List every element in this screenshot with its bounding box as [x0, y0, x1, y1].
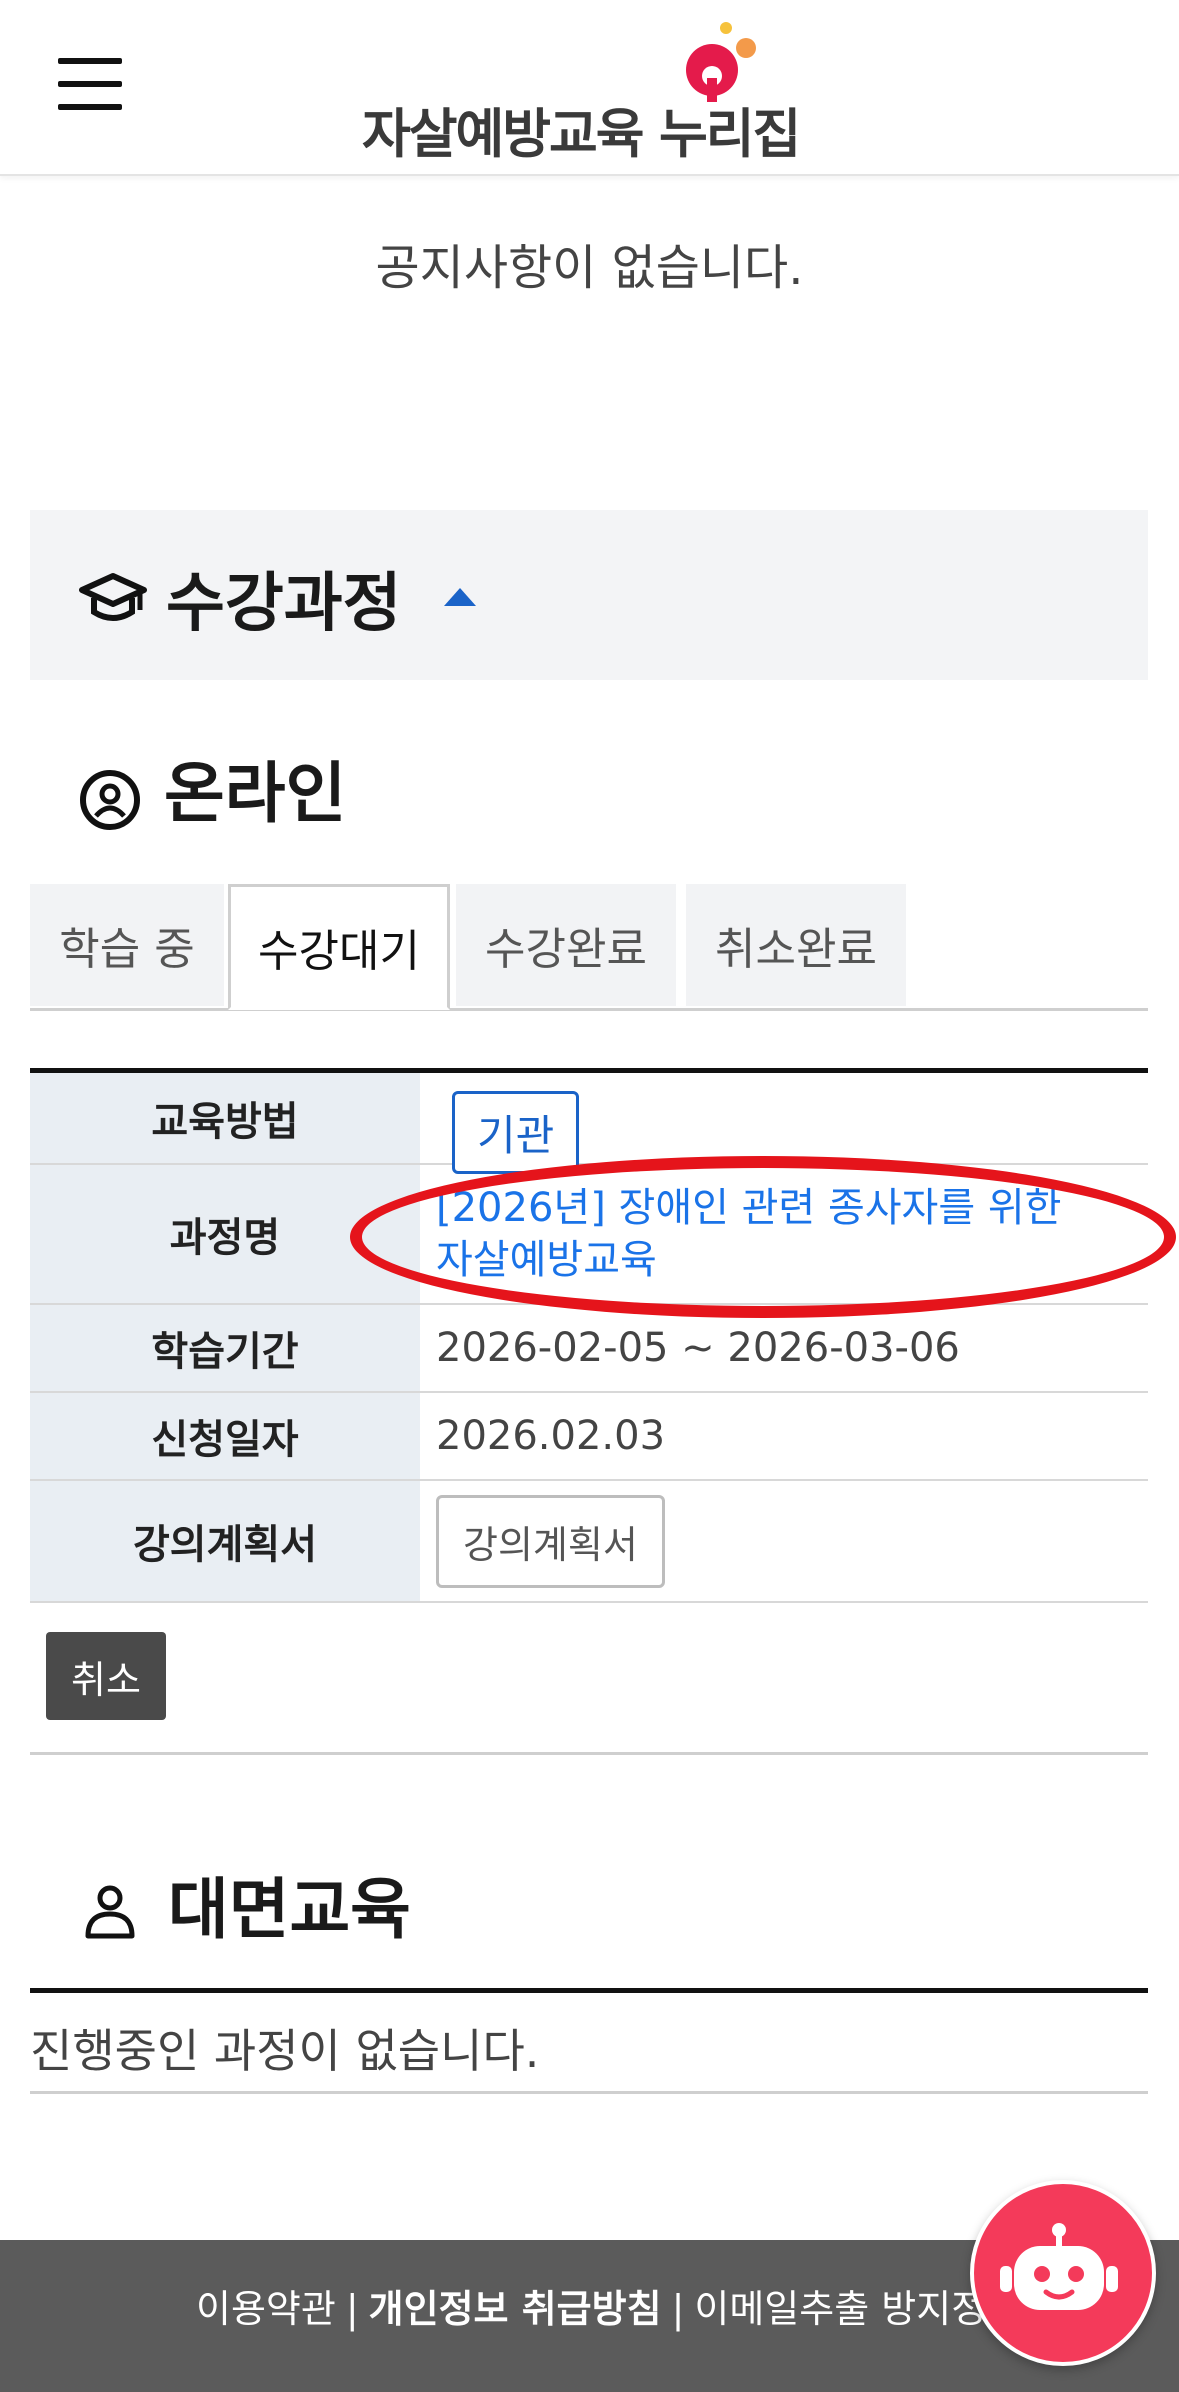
site-logo[interactable]: 자살예방교육 누리집 [360, 18, 830, 165]
apply-date-value: 2026.02.03 [436, 1413, 666, 1459]
lecture-plan-cell: 강의계획서 [422, 1481, 1148, 1601]
period-value: 2026-02-05 ~ 2026-03-06 [436, 1325, 960, 1371]
lecture-plan-button[interactable]: 강의계획서 [436, 1494, 665, 1588]
tab-waiting[interactable]: 수강대기 [228, 884, 450, 1010]
table-row: 학습기간 2026-02-05 ~ 2026-03-06 [30, 1305, 1148, 1393]
notice-empty-text: 공지사항이 없습니다. [375, 240, 804, 296]
online-title: 온라인 [164, 755, 347, 832]
table-row: 신청일자 2026.02.03 [30, 1393, 1148, 1481]
hamburger-menu-icon[interactable] [58, 56, 126, 116]
tab-completed[interactable]: 수강완료 [456, 884, 676, 1006]
tab-studying[interactable]: 학습 중 [30, 884, 224, 1006]
method-button[interactable]: 기관 [452, 1091, 580, 1174]
offline-empty-text: 진행중인 과정이 없습니다. [30, 2024, 540, 2078]
offline-title: 대면교육 [168, 1871, 411, 1948]
status-tabs: 학습 중 수강대기 수강완료 취소완료 [30, 884, 1148, 1011]
cancel-row: 취소 [30, 1612, 1148, 1755]
lecture-plan-label: 강의계획서 [30, 1481, 420, 1601]
course-info-table: 교육방법 기관 과정명 [2026년] 장애인 관련 종사자를 위한 자살예방교… [30, 1068, 1148, 1603]
period-label: 학습기간 [30, 1305, 420, 1391]
footer-separator: | [671, 2287, 685, 2331]
user-circle-icon [80, 770, 140, 830]
table-row: 과정명 [2026년] 장애인 관련 종사자를 위한 자살예방교육 [30, 1165, 1148, 1305]
chatbot-button[interactable] [970, 2180, 1156, 2366]
footer-links: 이용약관 | 개인정보 취급방침 | 이메일추출 방지정책 [196, 2278, 1021, 2333]
offline-list: 진행중인 과정이 없습니다. [30, 1988, 1148, 2094]
method-cell: 기관 [422, 1073, 1148, 1174]
person-icon [85, 1885, 135, 1939]
course-name-cell: [2026년] 장애인 관련 종사자를 위한 자살예방교육 [422, 1165, 1148, 1303]
apply-date-label: 신청일자 [30, 1393, 420, 1479]
graduation-cap-icon [79, 573, 147, 621]
top-header: 자살예방교육 누리집 [0, 0, 1179, 176]
section-title: 수강과정 [166, 567, 402, 641]
terms-link[interactable]: 이용약관 [196, 2287, 336, 2331]
table-row: 교육방법 기관 [30, 1073, 1148, 1174]
tab-cancelled[interactable]: 취소완료 [686, 884, 906, 1006]
course-name-link[interactable]: [2026년] 장애인 관련 종사자를 위한 자살예방교육 [436, 1182, 1148, 1286]
privacy-link[interactable]: 개인정보 취급방침 [369, 2287, 662, 2331]
table-row: 강의계획서 강의계획서 [30, 1481, 1148, 1603]
course-name-label: 과정명 [30, 1165, 420, 1303]
cancel-button[interactable]: 취소 [46, 1632, 166, 1720]
method-label: 교육방법 [30, 1073, 420, 1163]
enrolled-courses-header[interactable]: 수강과정 [30, 510, 1148, 680]
chatbot-robot-icon [1000, 2223, 1118, 2310]
logo-text: 자살예방교육 누리집 [362, 104, 801, 165]
footer-separator: | [345, 2287, 359, 2331]
caret-up-icon[interactable] [444, 588, 476, 606]
